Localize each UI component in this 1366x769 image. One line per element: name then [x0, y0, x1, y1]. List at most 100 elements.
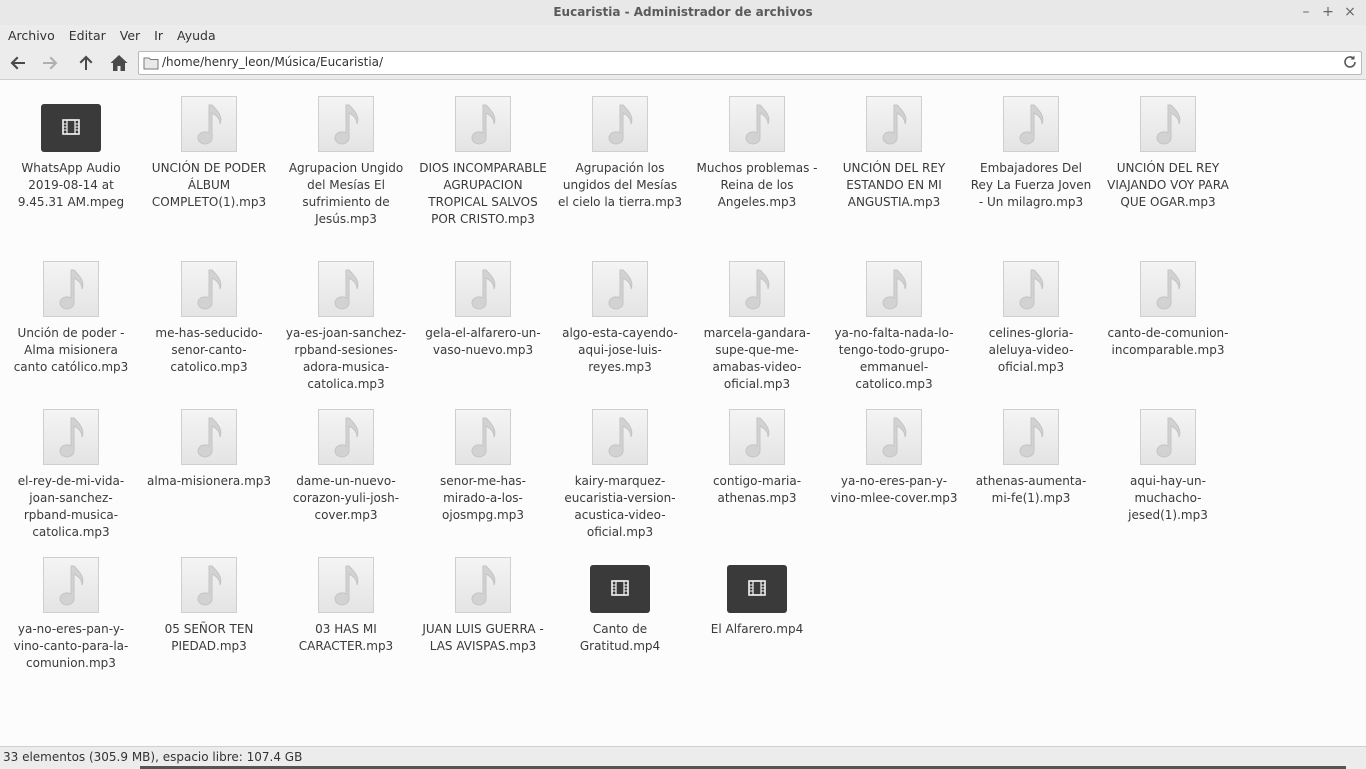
- file-name-label: ya-no-eres-pan-y-vino-mlee-cover.mp3: [830, 474, 958, 505]
- file-name-label: DIOS INCOMPARABLE AGRUPACION TROPICAL SA…: [419, 161, 547, 226]
- music-note-icon: [1003, 261, 1059, 317]
- audio-file-item[interactable]: me-has-seducido-senor-canto-catolico.mp3: [141, 257, 277, 376]
- file-icon-wrap: [415, 405, 551, 469]
- audio-file-item[interactable]: celines-gloria-aleluya-video-oficial.mp3: [963, 257, 1099, 376]
- window-title: Eucaristia - Administrador de archivos: [553, 5, 813, 19]
- file-name-label: canto-de-comunion-incomparable.mp3: [1107, 326, 1229, 357]
- audio-file-item[interactable]: aqui-hay-un-muchacho-jesed(1).mp3: [1100, 405, 1236, 524]
- video-file-item[interactable]: El Alfarero.mp4: [689, 553, 825, 638]
- file-icon-wrap: [552, 405, 688, 469]
- music-note-icon: [43, 261, 99, 317]
- file-icon-wrap: [3, 553, 139, 617]
- file-name-label: Canto de Gratitud.mp4: [579, 622, 661, 653]
- location-path[interactable]: /home/henry_leon/Música/Eucaristia/: [162, 55, 383, 69]
- audio-file-item[interactable]: Muchos problemas - Reina de los Angeles.…: [689, 92, 825, 211]
- audio-file-item[interactable]: UNCIÓN DEL REY ESTANDO EN MI ANGUSTIA.mp…: [826, 92, 962, 211]
- file-name-label: Unción de poder - Alma misionera canto c…: [13, 326, 129, 374]
- audio-file-item[interactable]: UNCIÓN DE PODER ÁLBUM COMPLETO(1).mp3: [141, 92, 277, 211]
- audio-file-item[interactable]: ya-no-eres-pan-y-vino-mlee-cover.mp3: [826, 405, 962, 507]
- music-note-icon: [318, 96, 374, 152]
- file-icon-wrap: [689, 553, 825, 617]
- file-icon-wrap: [1100, 92, 1236, 156]
- toolbar: /home/henry_leon/Música/Eucaristia/: [0, 47, 1366, 80]
- music-note-icon: [592, 261, 648, 317]
- audio-file-item[interactable]: Embajadores Del Rey La Fuerza Joven - Un…: [963, 92, 1099, 211]
- reload-icon[interactable]: [1342, 54, 1358, 70]
- file-name-label: kairy-marquez-eucaristia-version-acustic…: [564, 474, 676, 539]
- file-icon-wrap: [415, 257, 551, 321]
- file-name-label: alma-misionera.mp3: [146, 474, 272, 488]
- file-icon-wrap: [1100, 405, 1236, 469]
- file-grid: WhatsApp Audio 2019-08-14 at 9.45.31 AM.…: [0, 80, 1366, 746]
- home-icon: [110, 55, 128, 71]
- file-name-label: celines-gloria-aleluya-video-oficial.mp3: [988, 326, 1074, 374]
- minimize-button[interactable]: –: [1298, 2, 1314, 22]
- menu-archivo[interactable]: Archivo: [8, 26, 55, 45]
- file-name-label: Agrupación los ungidos del Mesías el cie…: [557, 161, 683, 209]
- file-name-label: senor-me-has-mirado-a-los-ojosmpg.mp3: [439, 474, 527, 522]
- audio-file-item[interactable]: 05 SEÑOR TEN PIEDAD.mp3: [141, 553, 277, 655]
- file-name-label: UNCIÓN DEL REY VIAJANDO VOY PARA QUE OGA…: [1107, 161, 1229, 209]
- file-icon-wrap: [552, 92, 688, 156]
- file-name-label: JUAN LUIS GUERRA - LAS AVISPAS.mp3: [422, 622, 544, 653]
- file-icon-wrap: [141, 553, 277, 617]
- back-button[interactable]: [8, 53, 30, 73]
- music-note-icon: [729, 409, 785, 465]
- audio-file-item[interactable]: Agrupación los ungidos del Mesías el cie…: [552, 92, 688, 211]
- audio-file-item[interactable]: canto-de-comunion-incomparable.mp3: [1100, 257, 1236, 359]
- menu-ayuda[interactable]: Ayuda: [177, 26, 216, 45]
- up-button[interactable]: [76, 53, 98, 73]
- audio-file-item[interactable]: DIOS INCOMPARABLE AGRUPACION TROPICAL SA…: [415, 92, 551, 228]
- location-bar[interactable]: /home/henry_leon/Música/Eucaristia/: [138, 51, 1362, 75]
- audio-file-item[interactable]: ya-no-eres-pan-y-vino-canto-para-la-comu…: [3, 553, 139, 672]
- audio-file-item[interactable]: contigo-maria-athenas.mp3: [689, 405, 825, 507]
- audio-file-item[interactable]: el-rey-de-mi-vida-joan-sanchez-rpband-mu…: [3, 405, 139, 541]
- audio-file-item[interactable]: gela-el-alfarero-un-vaso-nuevo.mp3: [415, 257, 551, 359]
- file-name-label: me-has-seducido-senor-canto-catolico.mp3: [155, 326, 263, 374]
- audio-file-item[interactable]: Agrupacion Ungido del Mesías El sufrimie…: [278, 92, 414, 228]
- audio-file-item[interactable]: kairy-marquez-eucaristia-version-acustic…: [552, 405, 688, 541]
- maximize-button[interactable]: +: [1320, 2, 1336, 22]
- forward-button[interactable]: [40, 53, 62, 73]
- music-note-icon: [455, 96, 511, 152]
- audio-file-item[interactable]: UNCIÓN DEL REY VIAJANDO VOY PARA QUE OGA…: [1100, 92, 1236, 211]
- audio-file-item[interactable]: athenas-aumenta-mi-fe(1).mp3: [963, 405, 1099, 507]
- menu-ver[interactable]: Ver: [120, 26, 140, 45]
- file-name-label: el-rey-de-mi-vida-joan-sanchez-rpband-mu…: [17, 474, 125, 539]
- audio-file-item[interactable]: 03 HAS MI CARACTER.mp3: [278, 553, 414, 655]
- audio-file-item[interactable]: algo-esta-cayendo-aqui-jose-luis-reyes.m…: [552, 257, 688, 376]
- audio-file-item[interactable]: senor-me-has-mirado-a-los-ojosmpg.mp3: [415, 405, 551, 524]
- audio-file-item[interactable]: marcela-gandara-supe-que-me-amabas-video…: [689, 257, 825, 393]
- file-icon-wrap: [689, 257, 825, 321]
- file-name-label: UNCIÓN DE PODER ÁLBUM COMPLETO(1).mp3: [151, 161, 267, 209]
- video-file-item[interactable]: WhatsApp Audio 2019-08-14 at 9.45.31 AM.…: [3, 92, 139, 211]
- arrow-left-icon: [10, 56, 25, 70]
- file-icon-wrap: [141, 405, 277, 469]
- audio-file-item[interactable]: ya-es-joan-sanchez-rpband-sesiones-adora…: [278, 257, 414, 393]
- music-note-icon: [1003, 96, 1059, 152]
- file-name-label: UNCIÓN DEL REY ESTANDO EN MI ANGUSTIA.mp…: [842, 161, 946, 209]
- music-note-icon: [181, 261, 237, 317]
- home-button[interactable]: [109, 53, 131, 73]
- title-bar: Eucaristia - Administrador de archivos –…: [0, 0, 1366, 26]
- close-button[interactable]: ×: [1342, 2, 1358, 22]
- file-icon-wrap: [552, 257, 688, 321]
- file-icon-wrap: [141, 257, 277, 321]
- file-icon-wrap: [689, 405, 825, 469]
- audio-file-item[interactable]: JUAN LUIS GUERRA - LAS AVISPAS.mp3: [415, 553, 551, 655]
- file-icon-wrap: [3, 405, 139, 469]
- audio-file-item[interactable]: ya-no-falta-nada-lo-tengo-todo-grupo-emm…: [826, 257, 962, 393]
- audio-file-item[interactable]: alma-misionera.mp3: [141, 405, 277, 490]
- audio-file-item[interactable]: dame-un-nuevo-corazon-yuli-josh-cover.mp…: [278, 405, 414, 524]
- file-name-label: 05 SEÑOR TEN PIEDAD.mp3: [164, 622, 254, 653]
- audio-file-item[interactable]: Unción de poder - Alma misionera canto c…: [3, 257, 139, 376]
- music-note-icon: [43, 557, 99, 613]
- film-icon: [727, 565, 787, 613]
- file-icon-wrap: [141, 92, 277, 156]
- file-name-label: Muchos problemas - Reina de los Angeles.…: [696, 161, 818, 209]
- video-file-item[interactable]: Canto de Gratitud.mp4: [552, 553, 688, 655]
- file-icon-wrap: [3, 92, 139, 156]
- menu-ir[interactable]: Ir: [154, 26, 163, 45]
- menu-editar[interactable]: Editar: [69, 26, 106, 45]
- music-note-icon: [181, 557, 237, 613]
